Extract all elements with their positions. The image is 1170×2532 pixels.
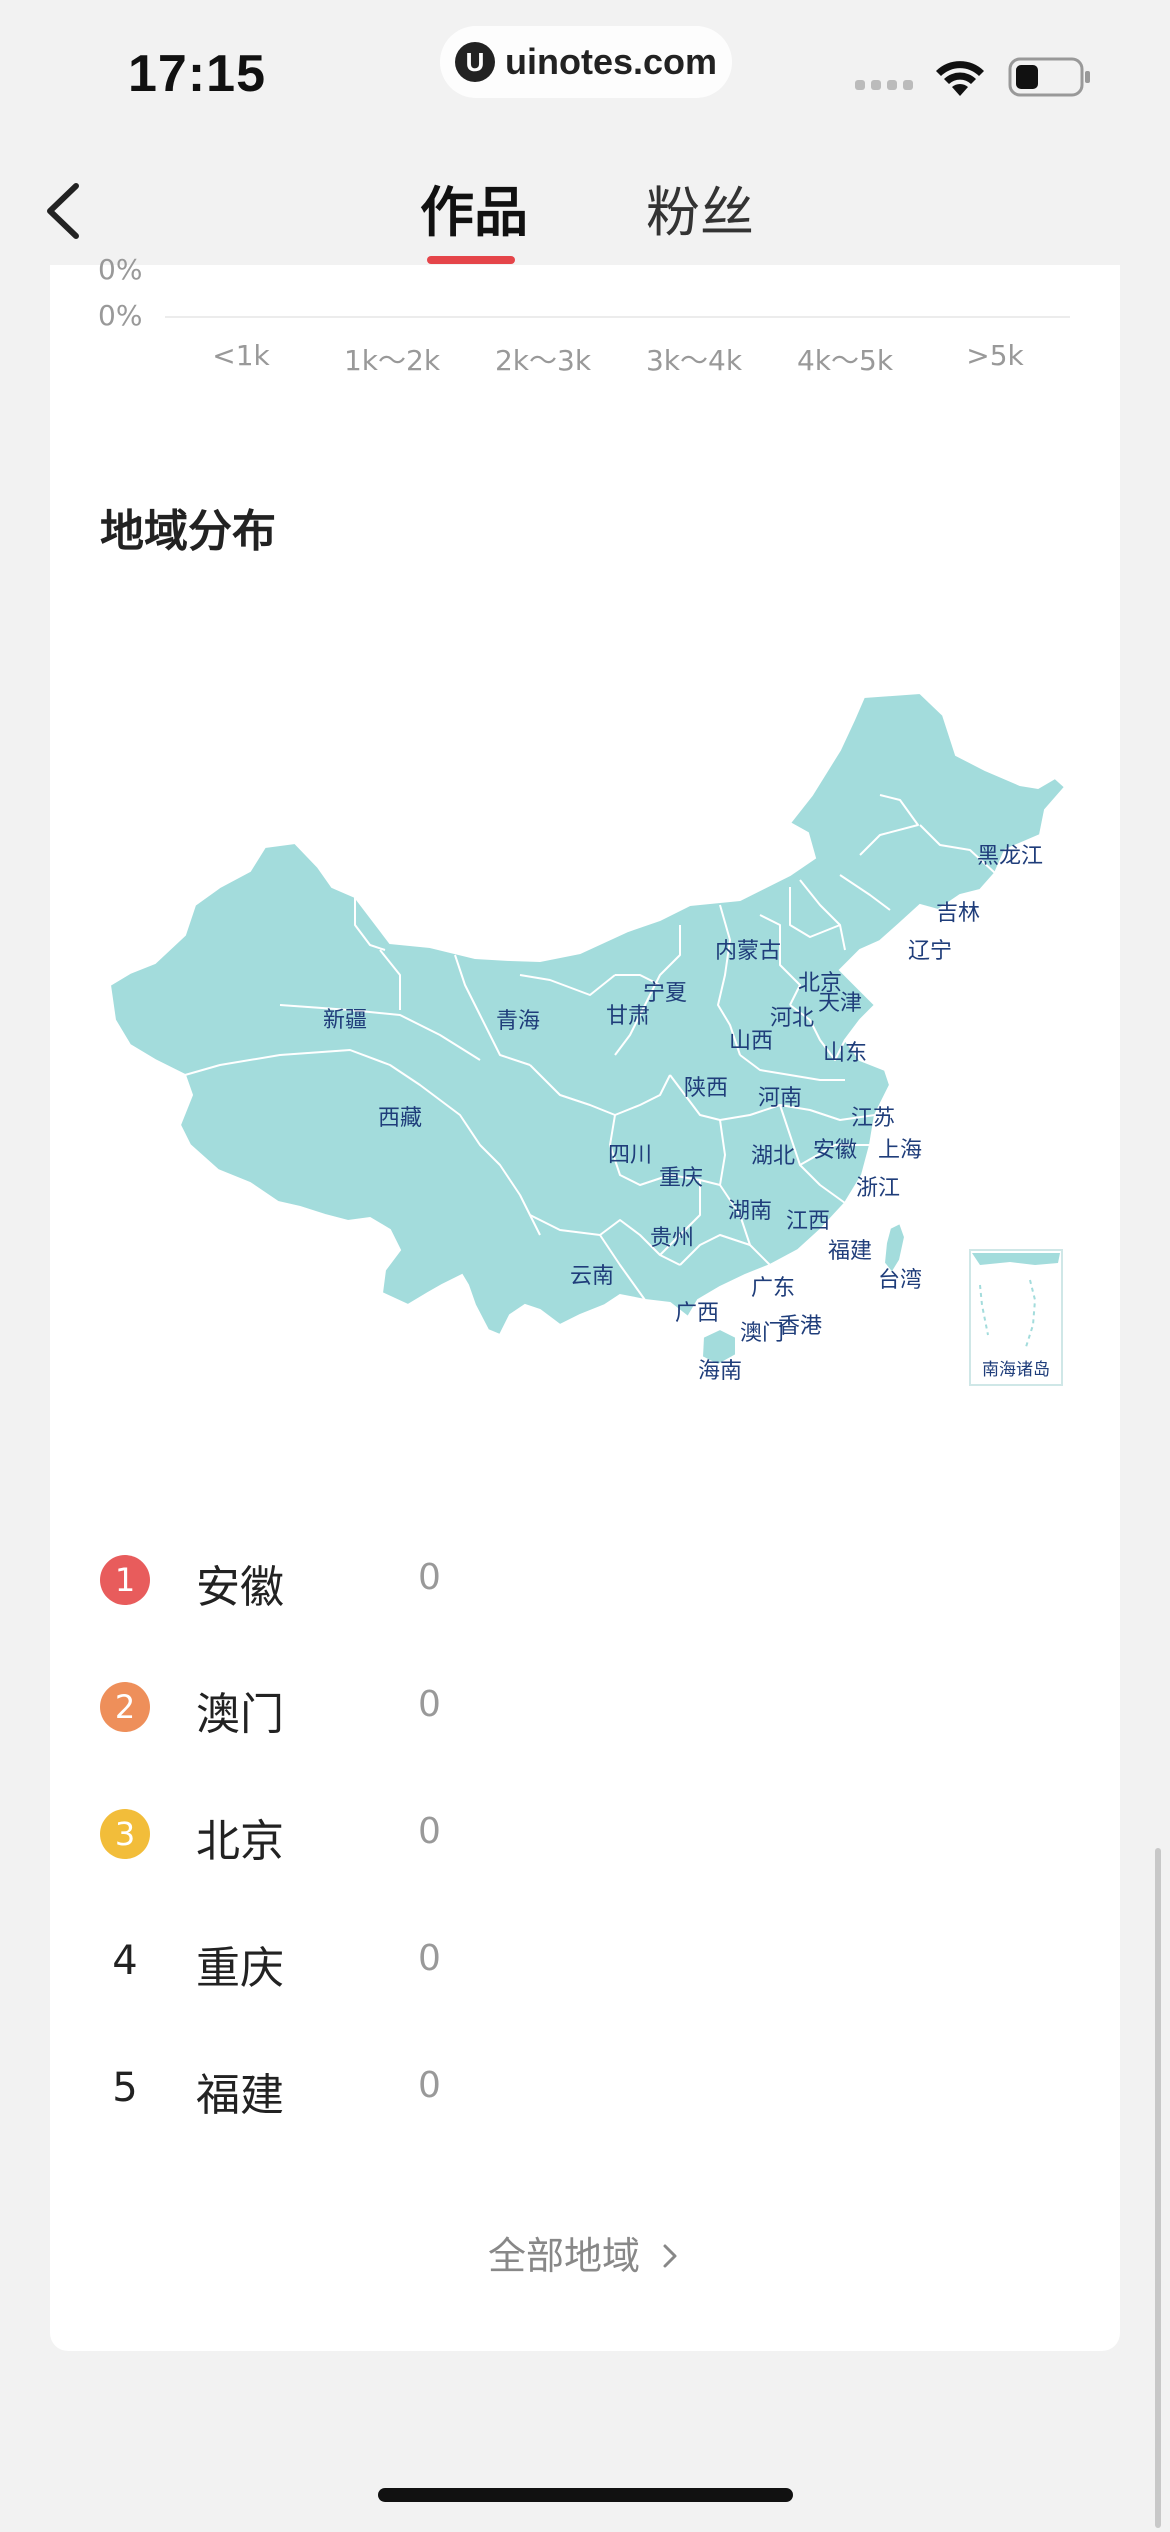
map-label: 宁夏 bbox=[643, 981, 687, 1006]
region-name: 安徽 bbox=[196, 1562, 284, 1613]
map-label: 海南 bbox=[698, 1359, 742, 1384]
map-taiwan bbox=[882, 1221, 907, 1275]
scrollbar-thumb[interactable] bbox=[1155, 1848, 1161, 2528]
y-tick-label: 0% bbox=[98, 253, 143, 286]
region-name: 澳门 bbox=[196, 1689, 284, 1740]
wifi-icon bbox=[936, 61, 984, 96]
home-indicator[interactable] bbox=[378, 2488, 793, 2502]
map-label: 四川 bbox=[608, 1143, 652, 1168]
map-label: 新疆 bbox=[323, 1008, 367, 1033]
map-label: 台湾 bbox=[878, 1268, 922, 1293]
all-regions-link[interactable]: 全部地域 bbox=[50, 2225, 1120, 2280]
tab-works[interactable]: 作品 bbox=[420, 168, 528, 247]
region-name: 北京 bbox=[196, 1816, 284, 1867]
chevron-right-icon bbox=[663, 2244, 677, 2268]
map-label: 贵州 bbox=[650, 1226, 694, 1251]
map-label: 重庆 bbox=[659, 1166, 703, 1191]
region-value: 0 bbox=[418, 1557, 441, 1598]
url-pill[interactable]: U uinotes.com bbox=[440, 26, 732, 98]
south-china-sea-inset: 南海诸岛 bbox=[969, 1249, 1063, 1386]
map-label: 西藏 bbox=[378, 1106, 422, 1131]
map-label: 黑龙江 bbox=[977, 844, 1043, 869]
x-tick-label: 4k～5k bbox=[796, 344, 894, 377]
map-label: 内蒙古 bbox=[715, 939, 781, 964]
site-logo-icon: U bbox=[454, 42, 495, 82]
x-tick-label: 1k～2k bbox=[343, 344, 441, 377]
x-axis-line bbox=[165, 316, 1070, 318]
region-value: 0 bbox=[418, 2065, 441, 2106]
list-item[interactable]: 4 重庆 0 bbox=[100, 1936, 1070, 2063]
china-map[interactable]: 新疆 西藏 青海 青海 甘肃 宁夏 内蒙古 黑龙江 吉林 辽宁 北京 天津 河北… bbox=[100, 675, 1070, 1415]
map-label: 浙江 bbox=[856, 1176, 900, 1201]
map-label: 陕西 bbox=[684, 1076, 728, 1101]
rank-badge: 1 bbox=[100, 1555, 150, 1605]
map-label: 湖南 bbox=[728, 1199, 772, 1224]
map-label: 河南 bbox=[758, 1086, 802, 1111]
map-label-qinghai: 青海 bbox=[496, 1009, 540, 1034]
x-tick-label: 3k～4k bbox=[645, 344, 743, 377]
region-value: 0 bbox=[418, 1938, 441, 1979]
map-label: 福建 bbox=[828, 1239, 872, 1264]
map-label: 香港 bbox=[778, 1314, 822, 1339]
x-tick-label: >5k bbox=[966, 339, 1024, 372]
map-label: 河北 bbox=[770, 1006, 814, 1031]
all-regions-label: 全部地域 bbox=[487, 2234, 640, 2278]
price-distribution-chart: 0% 0% <1k 1k～2k 2k～3k 3k～4k 4k～5k >5k bbox=[50, 253, 1120, 385]
map-label: 辽宁 bbox=[908, 939, 952, 964]
map-label: 甘肃 bbox=[606, 1004, 650, 1029]
map-label: 广西 bbox=[675, 1301, 719, 1326]
status-bar: 17:15 U uinotes.com bbox=[0, 0, 1170, 130]
section-title: 地域分布 bbox=[100, 506, 276, 557]
list-item[interactable]: 5 福建 0 bbox=[100, 2063, 1070, 2190]
tab-fans[interactable]: 粉丝 bbox=[646, 168, 754, 247]
map-label: 江西 bbox=[786, 1209, 830, 1234]
region-name: 重庆 bbox=[196, 1943, 284, 1994]
map-label: 云南 bbox=[570, 1264, 614, 1289]
map-label: 吉林 bbox=[936, 901, 980, 926]
x-tick-label: <1k bbox=[212, 339, 270, 372]
region-value: 0 bbox=[418, 1684, 441, 1725]
map-label: 安徽 bbox=[813, 1138, 857, 1163]
map-label: 南海诸岛 bbox=[982, 1360, 1050, 1380]
rank-badge: 2 bbox=[100, 1682, 150, 1732]
signal-icon bbox=[855, 80, 913, 90]
active-tab-indicator bbox=[427, 256, 515, 264]
map-label: 湖北 bbox=[751, 1144, 795, 1169]
map-label: 江苏 bbox=[851, 1106, 895, 1131]
map-label: 广东 bbox=[751, 1276, 795, 1301]
x-tick-label: 2k～3k bbox=[494, 344, 592, 377]
status-time: 17:15 bbox=[128, 45, 266, 103]
map-mainland bbox=[108, 691, 1067, 1337]
region-ranking-list: 1 安徽 0 2 澳门 0 3 北京 0 4 重庆 0 5 福建 0 bbox=[100, 1555, 1070, 2190]
y-tick-label: 0% bbox=[98, 299, 143, 332]
content-card: 0% 0% <1k 1k～2k 2k～3k 3k～4k 4k～5k >5k 地域… bbox=[50, 253, 1120, 2351]
list-item[interactable]: 2 澳门 0 bbox=[100, 1682, 1070, 1809]
china-map-svg: 新疆 西藏 青海 青海 甘肃 宁夏 内蒙古 黑龙江 吉林 辽宁 北京 天津 河北… bbox=[108, 691, 1067, 1386]
map-label: 天津 bbox=[818, 991, 862, 1016]
rank-badge: 3 bbox=[100, 1809, 150, 1859]
region-name: 福建 bbox=[196, 2070, 284, 2121]
battery-icon bbox=[1008, 57, 1090, 97]
map-label: 山西 bbox=[729, 1029, 773, 1054]
rank-number: 4 bbox=[112, 1938, 138, 1984]
map-label: 上海 bbox=[878, 1138, 922, 1163]
url-text: uinotes.com bbox=[504, 41, 718, 82]
list-item[interactable]: 3 北京 0 bbox=[100, 1809, 1070, 1936]
list-item[interactable]: 1 安徽 0 bbox=[100, 1555, 1070, 1682]
map-label: 山东 bbox=[823, 1041, 867, 1066]
region-value: 0 bbox=[418, 1811, 441, 1852]
rank-number: 5 bbox=[112, 2065, 138, 2111]
chevron-left-icon[interactable] bbox=[40, 176, 90, 246]
top-nav: 作品 粉丝 bbox=[0, 130, 1170, 265]
